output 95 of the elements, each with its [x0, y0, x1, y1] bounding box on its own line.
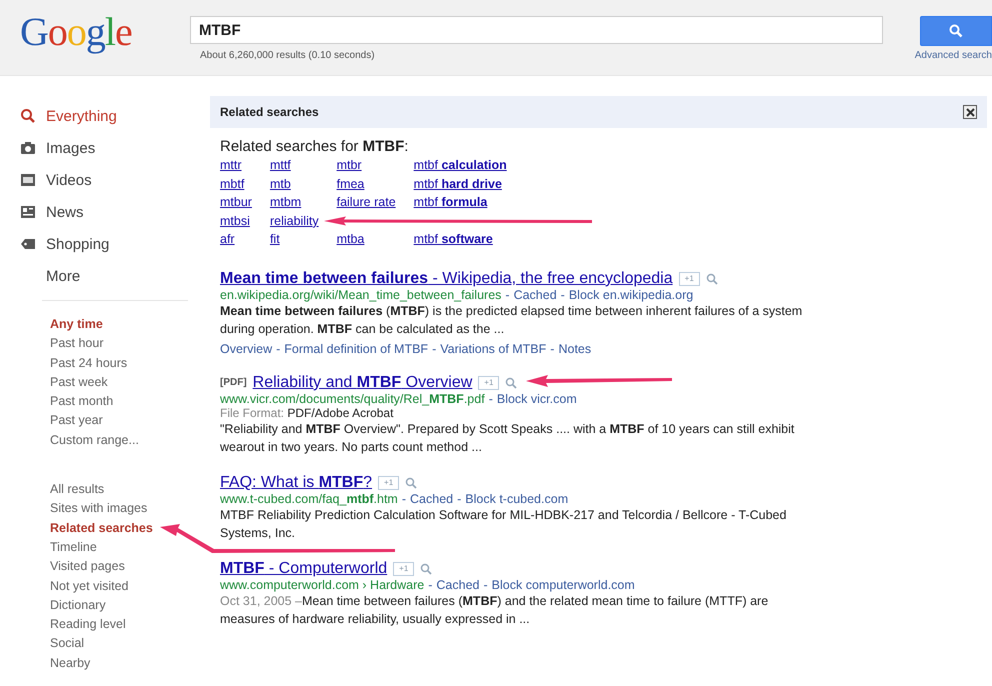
close-button[interactable] [963, 105, 977, 119]
result-snippet: Mean time between failures (MTBF) is the predicted elapsed time between inherent failures of a system during operation. MTBF can be calculated as the ... [220, 302, 804, 338]
search-mode-item[interactable]: Shopping [20, 228, 210, 260]
newspaper-icon [20, 204, 36, 220]
result-filter-item[interactable]: Related searches [20, 520, 153, 540]
related-search-link[interactable]: mtbf software [414, 233, 507, 246]
separator: - [276, 342, 280, 356]
result-url: www.t-cubed.com/faq_mtbf.htm [220, 492, 398, 506]
result-filter-item[interactable]: Dictionary [20, 598, 106, 618]
preview-icon[interactable] [505, 376, 518, 389]
result-filter-item[interactable]: Timeline [20, 540, 97, 560]
search-button[interactable] [920, 16, 992, 46]
separator: - [402, 492, 406, 506]
related-search-link[interactable]: mtbf hard drive [414, 178, 507, 191]
result-title-link[interactable]: MTBF - Computerworld [220, 560, 388, 578]
result-snippet: Oct 31, 2005 –Mean time between failures (MTBF) and the related mean time to failure (MTTF) are measures of hardware reliability, usually expressed in ... [220, 592, 770, 628]
related-heading: Related searches for MTBF: [220, 138, 410, 155]
separator: - [505, 288, 510, 302]
result-filter-item[interactable]: Visited pages [20, 559, 125, 579]
preview-icon[interactable] [420, 562, 432, 575]
search-mode-item[interactable]: More [20, 260, 210, 292]
result-filter-item[interactable]: Sites with images [20, 501, 148, 521]
related-search-link[interactable]: mtbm [270, 196, 319, 210]
related-search-link[interactable]: mtbr [336, 159, 396, 172]
result-url: en.wikipedia.org/wiki/Mean_time_between_failures [220, 288, 502, 302]
separator: - [550, 342, 554, 356]
result-url: www.computerworld.com › Hardware [220, 578, 424, 592]
separator: - [484, 578, 488, 592]
result-title-link[interactable]: Reliability and MTBF Overview [252, 374, 472, 392]
cached-block-link[interactable]: Cached [514, 288, 557, 302]
time-filter-item[interactable]: Past month [20, 394, 114, 414]
cached-block-link[interactable]: Cached [410, 492, 454, 506]
time-filter-item[interactable]: Past 24 hours [20, 356, 128, 375]
time-filter-item[interactable]: Custom range... [20, 432, 139, 452]
related-search-link[interactable]: mtbf formula [414, 196, 507, 210]
file-format-label: File Format: [220, 406, 284, 420]
search-mode-item[interactable]: News [20, 196, 210, 228]
related-search-link[interactable]: fmea [336, 178, 396, 191]
related-search-link[interactable]: mtba [336, 233, 396, 246]
result-title-link[interactable]: FAQ: What is MTBF? [220, 474, 372, 492]
search-icon [949, 24, 963, 38]
result-url: www.vicr.com/documents/quality/Rel_MTBF.pdf [220, 392, 485, 406]
search-icon [20, 108, 36, 124]
related-search-link[interactable]: afr [220, 233, 252, 246]
time-filter-item[interactable]: Past hour [20, 336, 104, 356]
related-search-link[interactable]: mtb [270, 178, 319, 191]
result-filter-item[interactable]: All results [20, 482, 104, 502]
separator: - [428, 578, 432, 592]
search-mode-item[interactable]: Videos [20, 164, 210, 196]
advanced-search-link[interactable]: Advanced search [914, 50, 992, 61]
sitelink[interactable]: Notes [558, 342, 592, 356]
separator: - [457, 492, 462, 506]
related-search-link[interactable]: mttf [270, 159, 319, 172]
related-search-link[interactable]: mbtf [220, 178, 252, 191]
related-search-link[interactable]: mttr [220, 159, 252, 172]
related-search-link[interactable]: mtbur [220, 196, 252, 210]
time-filter-item[interactable]: Past week [20, 374, 108, 394]
cached-block-link[interactable]: Block en.wikipedia.org [568, 288, 694, 302]
bar-title: Related searches [220, 105, 319, 119]
camera-icon [20, 140, 36, 156]
result-title-link[interactable]: Mean time between failures - Wikipedia, the free encyclopedia [220, 270, 673, 288]
google-logo[interactable]: Google [0, 0, 190, 52]
separator: - [560, 288, 565, 302]
file-format: PDF/Adobe Acrobat [287, 406, 394, 420]
cached-block-link[interactable]: Block t-cubed.com [465, 492, 568, 506]
result-filter-item[interactable]: Nearby [20, 656, 90, 676]
time-filter-item[interactable]: Past year [20, 413, 103, 433]
cached-block-link[interactable]: Cached [436, 578, 480, 592]
sitelink[interactable]: Variations of MTBF [440, 342, 546, 356]
separator: - [432, 342, 436, 356]
related-search-link[interactable]: failure rate [336, 196, 396, 210]
sitelink[interactable]: Formal definition of MTBF [284, 342, 428, 356]
result-stats: About 6,260,000 results (0.10 seconds) [200, 50, 376, 61]
tag-icon [20, 236, 36, 252]
search-field[interactable]: MTBF [190, 16, 883, 44]
result-snippet: "Reliability and MTBF Overview". Prepared by Scott Speaks .... with a MTBF of 10 years can still exhibit wearout in two years. No parts count method ... [220, 420, 796, 456]
preview-icon[interactable] [706, 272, 718, 285]
preview-icon[interactable] [405, 476, 418, 489]
cached-block-link[interactable]: Block vicr.com [496, 392, 577, 406]
film-icon [20, 172, 36, 188]
result-filter-item[interactable]: Reading level [20, 617, 126, 636]
search-mode-item[interactable]: Everything [20, 100, 210, 132]
related-search-link[interactable]: mtbsi [220, 214, 252, 228]
related-search-link[interactable]: reliability [270, 214, 319, 228]
result-snippet: MTBF Reliability Prediction Calculation Software for MIL-HDBK-217 and Telcordia / Bellcore - T-Cubed Systems, Inc. [220, 506, 788, 542]
related-search-link[interactable]: mtbf calculation [414, 159, 507, 172]
sitelink[interactable]: Overview [220, 342, 272, 356]
related-search-link[interactable]: fit [270, 233, 319, 246]
time-filter-item[interactable]: Any time [20, 317, 103, 336]
separator: - [488, 392, 493, 406]
pdf-tag: [PDF] [220, 377, 247, 388]
result-filter-item[interactable]: Social [20, 636, 84, 656]
search-mode-item[interactable]: Images [20, 132, 210, 164]
result-filter-item[interactable]: Not yet visited [20, 578, 129, 598]
cached-block-link[interactable]: Block computerworld.com [492, 578, 635, 592]
